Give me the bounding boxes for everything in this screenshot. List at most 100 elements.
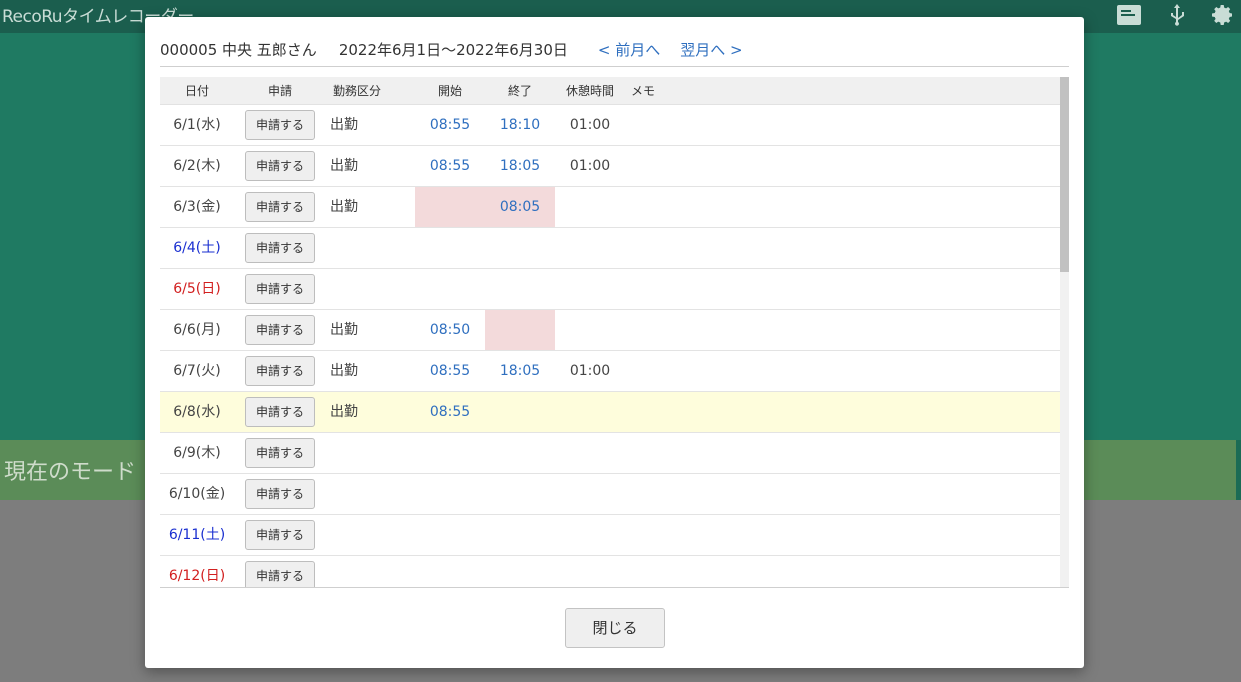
request-button[interactable]: 申請する bbox=[245, 479, 315, 509]
row-work-type bbox=[330, 269, 390, 309]
row-memo bbox=[625, 515, 685, 555]
col-request: 申請 bbox=[267, 84, 292, 98]
col-start: 開始 bbox=[437, 84, 462, 98]
row-end-time[interactable]: 18:05 bbox=[485, 146, 555, 186]
row-date: 6/10(金) bbox=[168, 486, 226, 502]
row-end-time[interactable] bbox=[485, 515, 555, 555]
request-button[interactable]: 申請する bbox=[245, 397, 315, 427]
employee-name: 000005 中央 五郎さん bbox=[160, 40, 317, 59]
row-break-time bbox=[555, 269, 625, 309]
table-row: 6/10(金) 申請する bbox=[160, 474, 1060, 515]
row-memo bbox=[625, 105, 685, 145]
col-break: 休憩時間 bbox=[565, 84, 614, 98]
row-date: 6/1(水) bbox=[173, 117, 221, 133]
scrollbar-thumb[interactable] bbox=[1060, 77, 1069, 272]
row-start-time[interactable] bbox=[415, 187, 485, 227]
row-end-time[interactable] bbox=[485, 433, 555, 473]
row-start-time[interactable]: 08:55 bbox=[415, 351, 485, 391]
gear-icon[interactable] bbox=[1210, 3, 1236, 27]
row-end-time[interactable] bbox=[485, 392, 555, 432]
usb-icon[interactable] bbox=[1164, 3, 1190, 27]
row-end-time[interactable] bbox=[485, 310, 555, 350]
row-end-time[interactable] bbox=[485, 269, 555, 309]
row-break-time bbox=[555, 474, 625, 514]
table-row: 6/2(木) 申請する 出勤 08:55 18:05 01:00 bbox=[160, 146, 1060, 187]
row-start-time[interactable]: 08:50 bbox=[415, 310, 485, 350]
request-button[interactable]: 申請する bbox=[245, 315, 315, 345]
table-row: 6/3(金) 申請する 出勤 08:05 bbox=[160, 187, 1060, 228]
table-row: 6/6(月) 申請する 出勤 08:50 bbox=[160, 310, 1060, 351]
row-date: 6/12(日) bbox=[168, 568, 226, 584]
row-start-time[interactable] bbox=[415, 228, 485, 268]
table-row: 6/11(土) 申請する bbox=[160, 515, 1060, 556]
row-end-time[interactable]: 18:10 bbox=[485, 105, 555, 145]
col-work-type: 勤務区分 bbox=[332, 84, 381, 98]
row-break-time bbox=[555, 556, 625, 587]
row-work-type bbox=[330, 515, 390, 555]
row-memo bbox=[625, 228, 685, 268]
row-break-time bbox=[555, 310, 625, 350]
period-range: 2022年6月1日〜2022年6月30日 bbox=[338, 40, 568, 59]
row-start-time[interactable] bbox=[415, 515, 485, 555]
row-end-time[interactable] bbox=[485, 228, 555, 268]
row-end-time[interactable]: 08:05 bbox=[485, 187, 555, 227]
row-start-time[interactable] bbox=[415, 556, 485, 587]
row-break-time bbox=[555, 515, 625, 555]
table-row: 6/7(火) 申請する 出勤 08:55 18:05 01:00 bbox=[160, 351, 1060, 392]
scrollbar[interactable] bbox=[1060, 77, 1069, 587]
row-date: 6/11(土) bbox=[168, 527, 226, 543]
request-button[interactable]: 申請する bbox=[245, 151, 315, 181]
request-button[interactable]: 申請する bbox=[245, 110, 315, 140]
row-date: 6/8(水) bbox=[173, 404, 221, 420]
modal-header: 000005 中央 五郎さん 2022年6月1日〜2022年6月30日 < 前月… bbox=[160, 37, 743, 61]
row-memo bbox=[625, 187, 685, 227]
row-start-time[interactable] bbox=[415, 269, 485, 309]
row-start-time[interactable] bbox=[415, 474, 485, 514]
row-start-time[interactable]: 08:55 bbox=[415, 146, 485, 186]
row-start-time[interactable] bbox=[415, 433, 485, 473]
request-button[interactable]: 申請する bbox=[245, 192, 315, 222]
table-row: 6/8(水) 申請する 出勤 08:55 bbox=[160, 392, 1060, 433]
prev-month-link[interactable]: < 前月へ bbox=[598, 39, 660, 60]
request-button[interactable]: 申請する bbox=[245, 356, 315, 386]
request-button[interactable]: 申請する bbox=[245, 520, 315, 550]
next-month-link[interactable]: 翌月へ > bbox=[680, 39, 742, 60]
attendance-table[interactable]: 日付 申請 勤務区分 開始 終了 休憩時間 メモ 6/1(水) 申請する 出勤 08:… bbox=[160, 77, 1069, 587]
row-memo bbox=[625, 392, 685, 432]
row-date: 6/4(土) bbox=[173, 240, 221, 256]
header-divider bbox=[160, 66, 1069, 67]
attendance-modal: 000005 中央 五郎さん 2022年6月1日〜2022年6月30日 < 前月… bbox=[145, 17, 1084, 668]
row-memo bbox=[625, 146, 685, 186]
row-work-type: 出勤 bbox=[330, 404, 358, 420]
row-date: 6/6(月) bbox=[173, 322, 221, 338]
row-date: 6/3(金) bbox=[173, 199, 221, 215]
row-work-type: 出勤 bbox=[330, 158, 358, 174]
row-end-time[interactable] bbox=[485, 556, 555, 587]
row-date: 6/5(日) bbox=[173, 281, 221, 297]
close-button[interactable]: 閉じる bbox=[565, 608, 665, 648]
row-memo bbox=[625, 310, 685, 350]
row-work-type: 出勤 bbox=[330, 199, 358, 215]
row-end-time[interactable]: 18:05 bbox=[485, 351, 555, 391]
row-end-time[interactable] bbox=[485, 474, 555, 514]
row-start-time[interactable]: 08:55 bbox=[415, 392, 485, 432]
table-row: 6/1(水) 申請する 出勤 08:55 18:10 01:00 bbox=[160, 105, 1060, 146]
request-button[interactable]: 申請する bbox=[245, 561, 315, 587]
row-memo bbox=[625, 351, 685, 391]
table-row: 6/4(土) 申請する bbox=[160, 228, 1060, 269]
request-button[interactable]: 申請する bbox=[245, 233, 315, 263]
request-button[interactable]: 申請する bbox=[245, 438, 315, 468]
table-row: 6/9(木) 申請する bbox=[160, 433, 1060, 474]
row-work-type: 出勤 bbox=[330, 117, 358, 133]
row-break-time: 01:00 bbox=[569, 158, 611, 174]
row-start-time[interactable]: 08:55 bbox=[415, 105, 485, 145]
row-work-type: 出勤 bbox=[330, 322, 358, 338]
row-memo bbox=[625, 433, 685, 473]
request-button[interactable]: 申請する bbox=[245, 274, 315, 304]
card-icon[interactable] bbox=[1116, 3, 1142, 27]
col-memo: メモ bbox=[630, 84, 655, 98]
row-memo bbox=[625, 556, 685, 587]
row-date: 6/9(木) bbox=[173, 445, 221, 461]
col-date: 日付 bbox=[184, 84, 209, 98]
table-row: 6/12(日) 申請する bbox=[160, 556, 1060, 587]
